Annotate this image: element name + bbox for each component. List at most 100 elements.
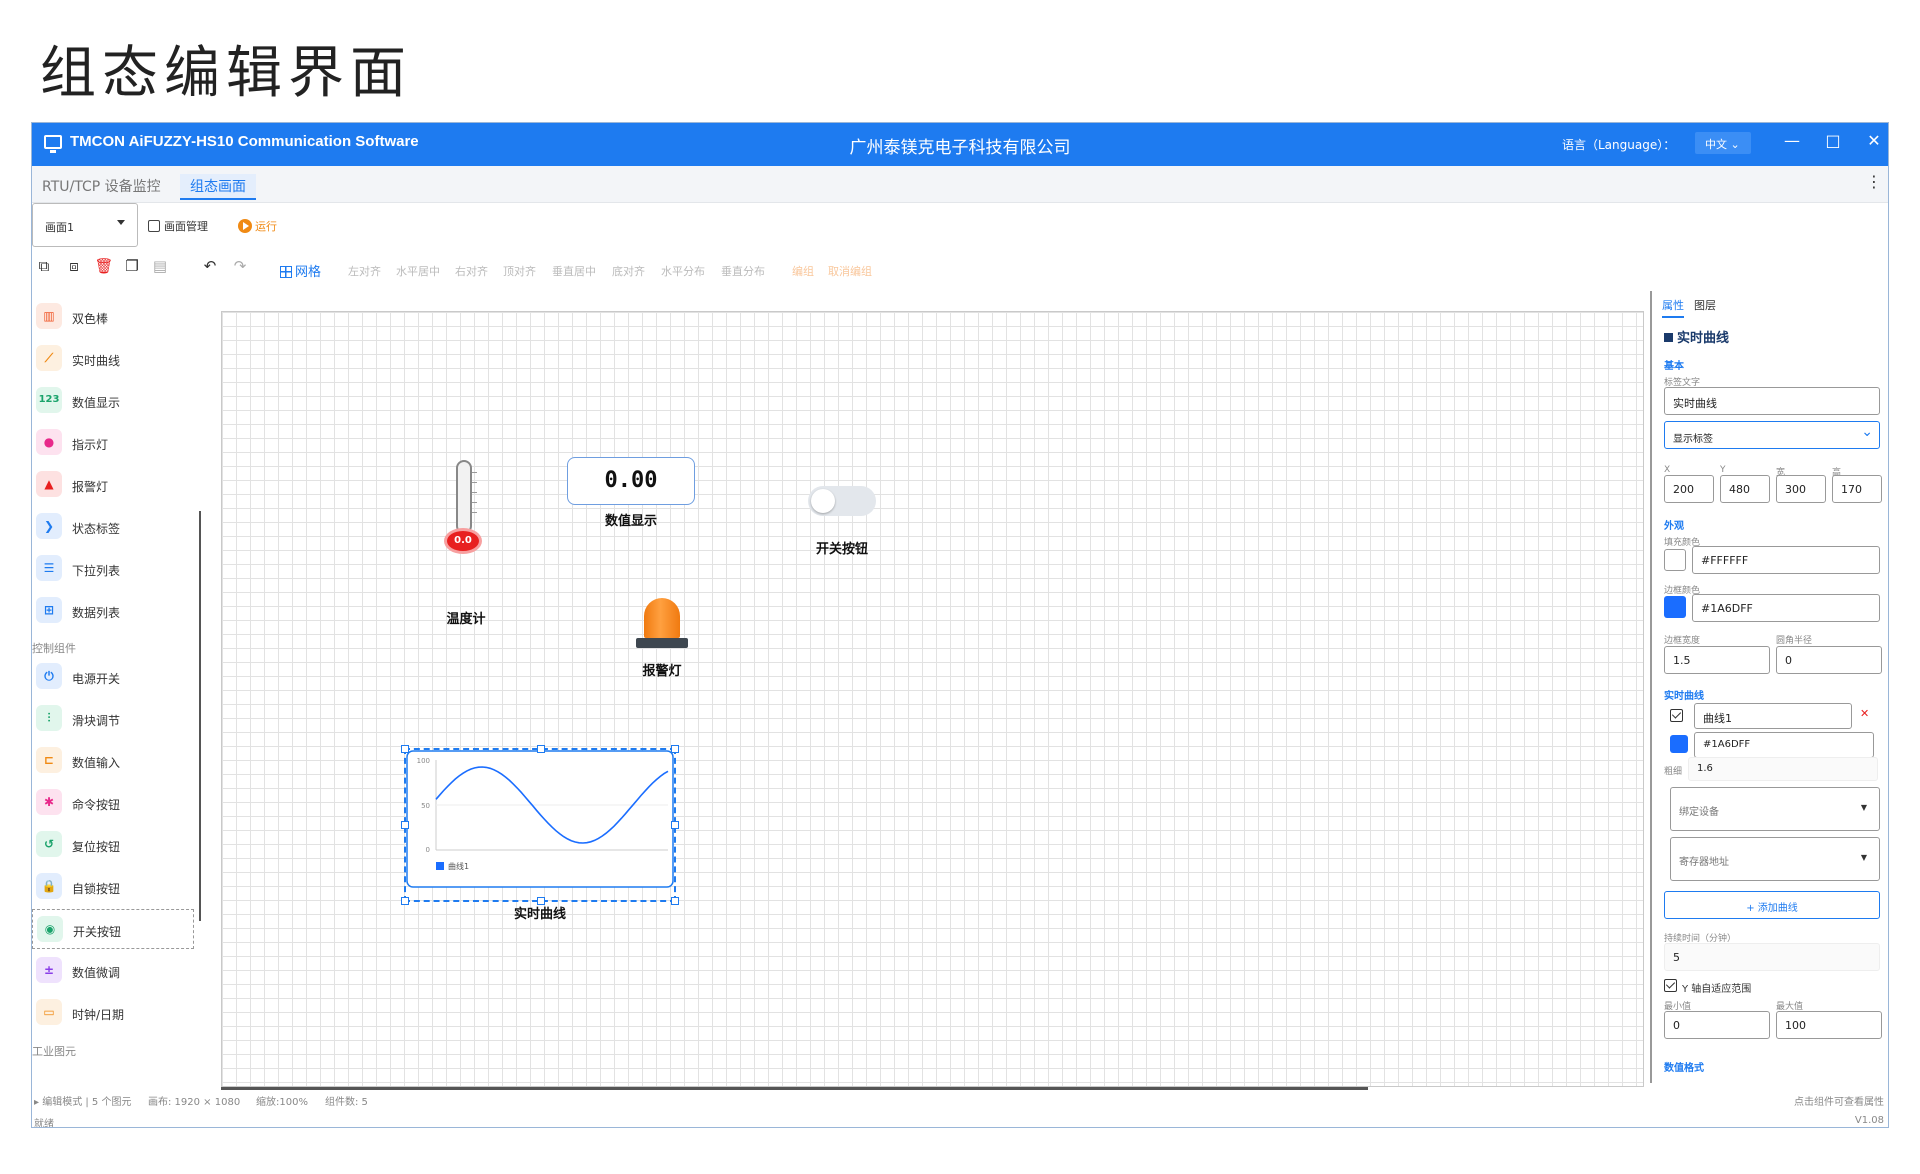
run-label: 运行 bbox=[255, 220, 277, 233]
section-curves: 实时曲线 bbox=[1664, 691, 1704, 702]
palette-item[interactable]: ± 数值微调 bbox=[32, 951, 192, 991]
palette-item[interactable]: ✱ 命令按钮 bbox=[32, 783, 192, 823]
realtime-chart-widget[interactable]: 100 50 0 曲线1 bbox=[401, 745, 679, 905]
palette-item[interactable]: ▭ 时钟/日期 bbox=[32, 993, 192, 1033]
delete-icon[interactable]: 🗑 bbox=[94, 257, 114, 275]
palette-item[interactable]: ▮储罐 bbox=[32, 1077, 192, 1083]
y-input[interactable]: 480 bbox=[1720, 475, 1770, 503]
screen-manage-button[interactable]: 画面管理 bbox=[148, 218, 208, 234]
palette-item[interactable]: ▥ 双色棒 bbox=[32, 297, 192, 337]
palette-item[interactable]: ↺ 复位按钮 bbox=[32, 825, 192, 865]
bind-device-select[interactable]: 绑定设备 ▼ bbox=[1670, 787, 1880, 831]
palette-item[interactable]: ⊏ 数值输入 bbox=[32, 741, 192, 781]
alarm-light-widget[interactable] bbox=[632, 592, 692, 652]
palette-item[interactable]: ❯ 状态标签 bbox=[32, 507, 192, 547]
tab-scada-screen[interactable]: 组态画面 bbox=[180, 174, 256, 200]
thermometer-widget[interactable]: 0.0 bbox=[442, 460, 490, 560]
remove-curve-icon[interactable]: ✕ bbox=[1860, 707, 1869, 720]
x-input[interactable]: 200 bbox=[1664, 475, 1714, 503]
palette-item[interactable]: ⫶ 滑块调节 bbox=[32, 699, 192, 739]
send-back-icon[interactable]: ⧈ bbox=[64, 257, 84, 275]
distribute-v-button[interactable]: 垂直分布 bbox=[721, 263, 765, 279]
numeric-display-widget[interactable]: 0.00 bbox=[567, 457, 695, 505]
palette-item[interactable]: 🔒 自锁按钮 bbox=[32, 867, 192, 907]
screen-manage-label: 画面管理 bbox=[164, 220, 208, 233]
auto-y-checkbox[interactable] bbox=[1664, 979, 1677, 992]
tab-properties[interactable]: 属性 bbox=[1662, 297, 1684, 318]
line-chart-icon: ⟋ bbox=[36, 345, 62, 371]
align-left-button[interactable]: 左对齐 bbox=[348, 263, 381, 279]
ungroup-button[interactable]: 取消编组 bbox=[828, 263, 872, 279]
minimize-button[interactable]: — bbox=[1782, 131, 1802, 150]
curve-enable-checkbox[interactable] bbox=[1670, 709, 1683, 722]
tab-device-monitor[interactable]: RTU/TCP 设备监控 bbox=[32, 174, 171, 198]
resize-handle[interactable] bbox=[671, 745, 679, 753]
align-bottom-button[interactable]: 底对齐 bbox=[612, 263, 645, 279]
register-address-select[interactable]: 寄存器地址 ▼ bbox=[1670, 837, 1880, 881]
tab-layers[interactable]: 图层 bbox=[1694, 297, 1716, 313]
palette-item[interactable]: ▲ 报警灯 bbox=[32, 465, 192, 505]
show-label-select[interactable]: 显示标签 ⌄ bbox=[1664, 421, 1880, 449]
status-version: V1.08 bbox=[1854, 1115, 1884, 1126]
duration-input[interactable]: 5 bbox=[1664, 943, 1880, 971]
add-curve-button[interactable]: + 添加曲线 bbox=[1664, 891, 1880, 919]
monitor-icon bbox=[44, 135, 62, 153]
copy-icon[interactable]: ❐ bbox=[122, 257, 142, 275]
palette-item[interactable]: ◉ 开关按钮 bbox=[32, 909, 194, 949]
resize-handle[interactable] bbox=[401, 821, 409, 829]
resize-handle[interactable] bbox=[401, 745, 409, 753]
run-button[interactable]: 运行 bbox=[238, 218, 277, 234]
align-vcenter-button[interactable]: 垂直居中 bbox=[552, 263, 596, 279]
corner-radius-input[interactable]: 0 bbox=[1776, 646, 1882, 674]
palette-item[interactable]: ● 指示灯 bbox=[32, 423, 192, 463]
status-count: 组件数: 5 bbox=[325, 1097, 368, 1108]
resize-handle[interactable] bbox=[537, 745, 545, 753]
grid-toggle[interactable]: 网格 bbox=[280, 261, 321, 280]
thermometer-bulb: 0.0 bbox=[444, 528, 482, 554]
label-text-input[interactable]: 实时曲线 bbox=[1664, 387, 1880, 415]
distribute-h-button[interactable]: 水平分布 bbox=[661, 263, 705, 279]
align-top-button[interactable]: 顶对齐 bbox=[503, 263, 536, 279]
align-right-button[interactable]: 右对齐 bbox=[455, 263, 488, 279]
border-color-input[interactable]: #1A6DFF bbox=[1692, 594, 1880, 622]
group-button[interactable]: 编组 bbox=[792, 263, 814, 279]
resize-handle[interactable] bbox=[401, 897, 409, 905]
palette-item[interactable]: ⏻ 电源开关 bbox=[32, 657, 192, 697]
thickness-input[interactable]: 1.6 bbox=[1688, 757, 1878, 781]
height-input[interactable]: 170 bbox=[1832, 475, 1882, 503]
curve-color-swatch[interactable] bbox=[1670, 735, 1688, 753]
close-button[interactable]: ✕ bbox=[1864, 131, 1884, 150]
screen-select[interactable]: 画面1 bbox=[32, 203, 138, 247]
palette-item[interactable]: 123 数值显示 bbox=[32, 381, 192, 421]
chart-y-tick-0: 0 bbox=[426, 846, 430, 854]
undo-icon[interactable]: ↶ bbox=[200, 257, 220, 275]
width-input[interactable]: 300 bbox=[1776, 475, 1826, 503]
curve-name-input[interactable]: 曲线1 bbox=[1694, 703, 1852, 729]
bring-front-icon[interactable]: ⧉ bbox=[34, 257, 54, 275]
palette-item-label: 实时曲线 bbox=[72, 354, 121, 368]
max-input[interactable]: 100 bbox=[1776, 1011, 1882, 1039]
palette-item[interactable]: ☰ 下拉列表 bbox=[32, 549, 192, 589]
maximize-button[interactable]: □ bbox=[1823, 131, 1843, 150]
redo-icon[interactable]: ↷ bbox=[230, 257, 250, 275]
fill-color-input[interactable]: #FFFFFF bbox=[1692, 546, 1880, 574]
align-hcenter-button[interactable]: 水平居中 bbox=[396, 263, 440, 279]
border-width-input[interactable]: 1.5 bbox=[1664, 646, 1770, 674]
min-input[interactable]: 0 bbox=[1664, 1011, 1770, 1039]
screen-select-value: 画面1 bbox=[45, 221, 74, 234]
language-select[interactable]: 中文 ⌄ bbox=[1695, 132, 1751, 154]
palette-scrollbar[interactable] bbox=[199, 511, 201, 921]
resize-handle[interactable] bbox=[671, 897, 679, 905]
more-vert-icon[interactable]: ⋮ bbox=[1866, 172, 1882, 191]
chart-legend-label: 曲线1 bbox=[448, 861, 469, 871]
toggle-switch-widget[interactable] bbox=[808, 486, 876, 516]
resize-handle[interactable] bbox=[671, 821, 679, 829]
palette-item[interactable]: ⊞ 数据列表 bbox=[32, 591, 192, 631]
paste-icon[interactable]: ▤ bbox=[150, 257, 170, 275]
design-canvas[interactable]: 0.0 温度计 0.00 数值显示 开关按钮 报警灯 100 50 0 曲线1 … bbox=[221, 311, 1644, 1087]
auto-y-label: Y 轴自适应范围 bbox=[1682, 984, 1752, 995]
curve-color-input[interactable]: #1A6DFF bbox=[1694, 732, 1874, 758]
border-color-swatch[interactable] bbox=[1664, 596, 1686, 618]
fill-color-swatch[interactable] bbox=[1664, 549, 1686, 571]
palette-item[interactable]: ⟋ 实时曲线 bbox=[32, 339, 192, 379]
